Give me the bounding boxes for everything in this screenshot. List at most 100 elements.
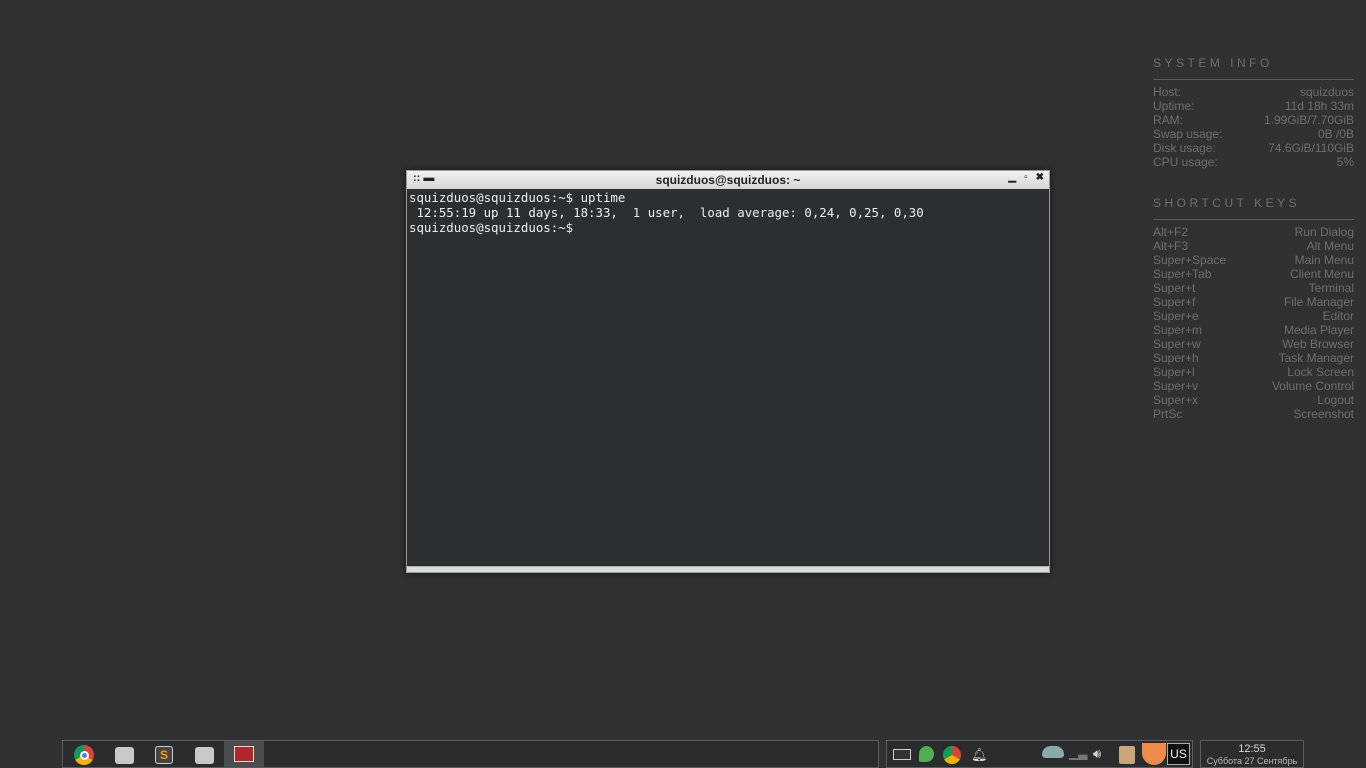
system-info-row: Disk usage: 74.6GiB/110GiB [1153,141,1354,155]
system-info-row: CPU usage: 5% [1153,155,1354,169]
network-signal-icon[interactable]: ▁▃ [1069,746,1087,764]
minimize-button[interactable]: ▁ [1008,172,1016,183]
system-info-row-label: Host: [1153,85,1182,99]
sublime-icon: S [155,746,173,764]
shortcut-row-value: Task Manager [1278,351,1354,365]
keyboard-layout-indicator[interactable]: US [1167,743,1190,765]
shortcut-row-label: Super+Space [1153,253,1227,267]
system-info-row-value: 1.99GiB/7.70GiB [1263,113,1354,127]
shortcut-row: Alt+F3 Alt Menu [1153,239,1354,253]
cloud-sync-icon[interactable] [1042,746,1064,758]
chrome-icon [74,745,94,765]
shortcut-row-value: Logout [1317,393,1354,407]
system-info-row-value: 74.6GiB/110GiB [1268,141,1354,155]
shortcut-row: Super+x Logout [1153,393,1354,407]
folder-icon [114,746,134,764]
system-tray: 🔔︎ ▁▃ 🔊︎ US [886,740,1193,768]
system-info-title: SYSTEM INFO [1153,56,1354,80]
shortcut-row-label: Super+v [1153,379,1199,393]
shortcut-row-value: File Manager [1283,295,1354,309]
notification-bell-icon[interactable]: 🔔︎ [971,746,989,764]
shortcut-row-label: Alt+F3 [1153,239,1189,253]
hangouts-icon[interactable] [919,746,934,762]
folder-icon [194,746,214,764]
taskbar: S [62,740,879,768]
system-info-row-value: 0B /0B [1317,127,1354,141]
clock-date: Суббота 27 Сентябрь [1206,756,1298,766]
shortcut-row-label: Super+e [1153,309,1199,323]
chrome-launcher[interactable] [66,744,102,766]
terminal-line: 12:55:19 up 11 days, 18:33, 1 user, load… [409,205,924,220]
system-info-row: Swap usage: 0B /0B [1153,127,1354,141]
shortcut-row-value: Editor [1322,309,1354,323]
shortcut-row: Super+h Task Manager [1153,351,1354,365]
shortcut-row-value: Web Browser [1282,337,1354,351]
shortcut-row-label: Super+t [1153,281,1196,295]
shortcut-keys-widget: SHORTCUT KEYS Alt+F2 Run Dialog Alt+F3 Alt … [1153,196,1354,421]
redshift-icon[interactable] [1142,743,1166,765]
battery-icon[interactable] [893,749,911,760]
system-info-widget: SYSTEM INFO Host: squizduos Uptime: 11d 18h… [1153,56,1354,169]
shortcut-row: Super+e Editor [1153,309,1354,323]
chrome-icon[interactable] [943,746,961,764]
shortcut-row: Super+l Lock Screen [1153,365,1354,379]
shortcut-row: Super+v Volume Control [1153,379,1354,393]
shortcut-row: Alt+F2 Run Dialog [1153,225,1354,239]
window-title: squizduos@squizduos: ~ [655,173,801,187]
shortcut-row-value: Terminal [1308,281,1354,295]
system-info-row-value: 11d 18h 33m [1284,99,1354,113]
system-info-row-label: RAM: [1153,113,1183,127]
system-info-row: Host: squizduos [1153,85,1354,99]
terminal-icon [234,746,254,762]
terminal-line: squizduos@squizduos:~$ uptime [409,190,626,205]
file-manager-launcher[interactable] [106,744,142,766]
maximize-button[interactable]: ▫ [1024,172,1028,183]
shortcut-row: Super+w Web Browser [1153,337,1354,351]
shortcut-row-label: Super+f [1153,295,1196,309]
terminal-line: squizduos@squizduos:~$ [409,220,581,235]
system-info-row: RAM: 1.99GiB/7.70GiB [1153,113,1354,127]
status-bar [407,566,1049,572]
system-info-row-value: 5% [1336,155,1354,169]
shortcut-row-label: Super+w [1153,337,1201,351]
terminal-task[interactable] [224,741,264,767]
system-info-row-label: CPU usage: [1153,155,1218,169]
shortcut-row: Super+f File Manager [1153,295,1354,309]
volume-icon[interactable]: 🔊︎ [1093,746,1111,764]
shortcut-row-value: Run Dialog [1294,225,1354,239]
title-bar[interactable]: :: ▬ squizduos@squizduos: ~ ▁ ▫ ✖ [407,171,1049,189]
shortcut-row-value: Main Menu [1294,253,1354,267]
shortcut-row-value: Media Player [1283,323,1354,337]
shortcut-row: Super+Space Main Menu [1153,253,1354,267]
shortcut-row-label: Alt+F2 [1153,225,1189,239]
shortcut-row-label: Super+x [1153,393,1199,407]
shortcut-row-label: Super+l [1153,365,1195,379]
shortcut-row-value: Volume Control [1271,379,1354,393]
window-menu-icon[interactable]: :: ▬ [413,172,434,184]
sublime-launcher[interactable]: S [146,744,182,766]
close-button[interactable]: ✖ [1036,172,1044,183]
shortcut-row-label: Super+h [1153,351,1199,365]
folder-launcher[interactable] [186,744,222,766]
shortcut-row: PrtSc Screenshot [1153,407,1354,421]
shortcut-row-value: Lock Screen [1287,365,1354,379]
clipboard-icon[interactable] [1119,746,1135,764]
shortcut-row: Super+Tab Client Menu [1153,267,1354,281]
shortcut-keys-title: SHORTCUT KEYS [1153,196,1354,220]
shortcut-row-label: Super+Tab [1153,267,1212,281]
shortcut-row-label: Super+m [1153,323,1203,337]
terminal-output[interactable]: squizduos@squizduos:~$ uptime 12:55:19 u… [407,189,1049,236]
clock-time: 12:55 [1238,743,1266,755]
clock[interactable]: 12:55 Суббота 27 Сентябрь [1200,740,1304,768]
shortcut-row-value: Client Menu [1289,267,1354,281]
system-info-row-label: Disk usage: [1153,141,1216,155]
shortcut-row-value: Alt Menu [1306,239,1354,253]
system-info-row-value: squizduos [1299,85,1354,99]
shortcut-row: Super+t Terminal [1153,281,1354,295]
system-info-row-label: Swap usage: [1153,127,1223,141]
terminal-window[interactable]: :: ▬ squizduos@squizduos: ~ ▁ ▫ ✖ squizduo… [406,170,1050,573]
system-info-row: Uptime: 11d 18h 33m [1153,99,1354,113]
shortcut-row: Super+m Media Player [1153,323,1354,337]
shortcut-row-value: Screenshot [1293,407,1354,421]
system-info-row-label: Uptime: [1153,99,1195,113]
